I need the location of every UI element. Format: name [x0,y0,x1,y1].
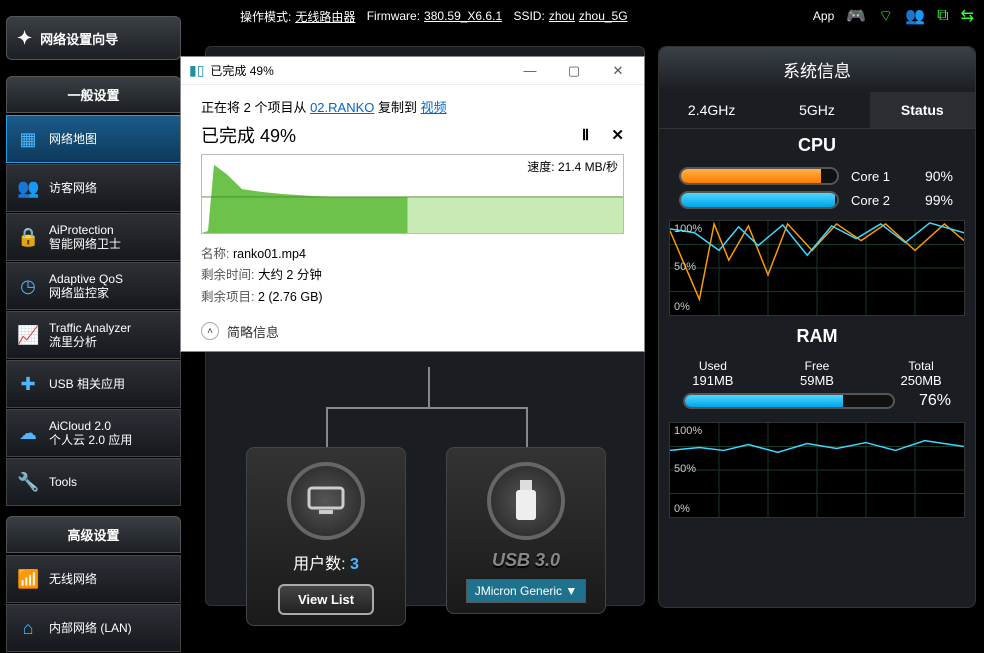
guest-icon: 👥 [17,178,39,199]
core1-row: Core 1 90% [659,164,975,188]
fewer-details-button[interactable]: ˄ 简略信息 [201,322,624,341]
ssid-label: SSID: [513,9,544,23]
lock-icon: 🔒 [17,227,39,248]
sidebar-item-label: 无线网络 [49,572,97,586]
topology-connector [206,367,644,447]
minimize-button[interactable]: — [508,63,552,78]
system-info-title: 系统信息 [659,47,975,92]
clients-label: 用户数: 3 [247,550,405,574]
source-link[interactable]: 02.RANKO [310,100,374,115]
copy-details: 名称: ranko01.mp4 剩余时间: 大约 2 分钟 剩余项目: 2 (2… [201,244,624,308]
system-info-panel: 系统信息 2.4GHz 5GHz Status CPU Core 1 90% C… [658,46,976,608]
usb-label: USB 3.0 [447,550,605,571]
tab-5ghz[interactable]: 5GHz [764,92,869,128]
core2-row: Core 2 99% [659,188,975,212]
usb-device-select[interactable]: JMicron Generic ▼ [466,579,587,603]
sidebar: 一般设置 ▦ 网络地图 👥 访客网络 🔒 AiProtection智能网络卫士 … [6,76,181,653]
home-icon: ⌂ [17,618,39,639]
sidebar-item-aicloud[interactable]: ☁ AiCloud 2.0个人云 2.0 应用 [6,409,181,457]
cpu-heading: CPU [659,129,975,164]
copy-summary-line: 正在将 2 个项目从 02.RANKO 复制到 视频 [201,97,624,116]
firmware-link[interactable]: 380.59_X6.6.1 [424,9,502,23]
ram-heading: RAM [659,320,975,355]
sidebar-item-label: Tools [49,475,77,489]
speed-chart: 速度: 21.4 MB/秒 [201,154,624,234]
tab-status[interactable]: Status [870,92,975,128]
maximize-button[interactable]: ▢ [552,63,596,79]
signal-icon: 📶 [17,569,39,590]
sidebar-item-label: 内部网络 (LAN) [49,621,132,635]
chart-icon: 📈 [17,325,39,346]
gamepad-icon[interactable]: 🎮 [846,6,866,26]
sidebar-item-tools[interactable]: 🔧 Tools [6,458,181,506]
mode-link[interactable]: 无线路由器 [295,8,355,25]
dialog-title: 已完成 49% [210,62,273,79]
sysinfo-tabs: 2.4GHz 5GHz Status [659,92,975,129]
sidebar-item-label: AiCloud 2.0个人云 2.0 应用 [49,419,132,448]
sidebar-item-label: AiProtection智能网络卫士 [49,223,121,252]
ssid-1-link[interactable]: zhou [549,9,575,23]
dialog-titlebar[interactable]: ▮▯ 已完成 49% — ▢ ✕ [181,57,644,85]
view-list-button[interactable]: View List [278,584,374,615]
ssid-2-link[interactable]: zhou_5G [579,9,628,23]
tab-24ghz[interactable]: 2.4GHz [659,92,764,128]
sidebar-item-network-map[interactable]: ▦ 网络地图 [6,115,181,163]
mode-label: 操作模式: [240,8,291,25]
sidebar-item-guest-network[interactable]: 👥 访客网络 [6,164,181,212]
app-label[interactable]: App [813,9,834,23]
progress-heading: 已完成 49% [201,122,296,148]
wand-icon: ✦ [17,28,32,49]
chevron-up-icon: ˄ [201,322,219,340]
sidebar-item-label: 访客网络 [49,181,97,195]
sidebar-item-label: 网络地图 [49,132,97,146]
clients-card[interactable]: 用户数: 3 View List [246,447,406,626]
cloud-icon: ☁ [17,423,39,444]
file-copy-dialog: ▮▯ 已完成 49% — ▢ ✕ 正在将 2 个项目从 02.RANKO 复制到… [180,56,645,352]
ram-bar [683,393,895,409]
sidebar-item-lan[interactable]: ⌂ 内部网络 (LAN) [6,604,181,652]
monitor-icon [287,462,365,540]
ethernet-icon[interactable]: ⧉ [937,7,948,25]
usb-card[interactable]: USB 3.0 JMicron Generic ▼ [446,447,606,614]
ram-history-chart: 100% 50% 0% [669,422,965,518]
gauge-icon: ◷ [17,276,39,297]
puzzle-icon: ✚ [17,374,39,395]
usb-drive-icon [487,462,565,540]
cancel-button[interactable]: ✕ [611,127,624,144]
sidebar-item-usb[interactable]: ✚ USB 相关应用 [6,360,181,408]
sidebar-item-label: USB 相关应用 [49,377,125,391]
wrench-icon: 🔧 [17,472,39,493]
pause-button[interactable]: Ⅱ [582,127,589,144]
network-map-icon: ▦ [17,129,39,150]
wifi-icon[interactable]: ⌔ [878,6,893,26]
dest-link[interactable]: 视频 [421,100,447,115]
sidebar-item-traffic-analyzer[interactable]: 📈 Traffic Analyzer流里分析 [6,311,181,359]
ram-pct: 76% [919,392,951,410]
wizard-label: 网络设置向导 [40,29,118,48]
ram-stats: Used191MB Free59MB Total250MB [659,355,975,392]
sidebar-item-label: Traffic Analyzer流里分析 [49,321,131,350]
close-button[interactable]: ✕ [596,63,640,79]
cpu-history-chart: 100% 50% 0% [669,220,965,316]
sidebar-item-wireless[interactable]: 📶 无线网络 [6,555,181,603]
sidebar-item-adaptive-qos[interactable]: ◷ Adaptive QoS网络监控家 [6,262,181,310]
sidebar-section-general: 一般设置 [6,76,181,113]
firmware-label: Firmware: [367,9,420,23]
sidebar-item-label: Adaptive QoS网络监控家 [49,272,123,301]
users-icon[interactable]: 👥 [905,6,925,26]
copy-progress-icon: ▮▯ [189,62,204,79]
wizard-button[interactable]: ✦ 网络设置向导 [6,16,181,60]
usb-icon[interactable]: ⇆ [961,6,974,26]
sidebar-item-aiprotection[interactable]: 🔒 AiProtection智能网络卫士 [6,213,181,261]
sidebar-section-advanced: 高级设置 [6,516,181,553]
